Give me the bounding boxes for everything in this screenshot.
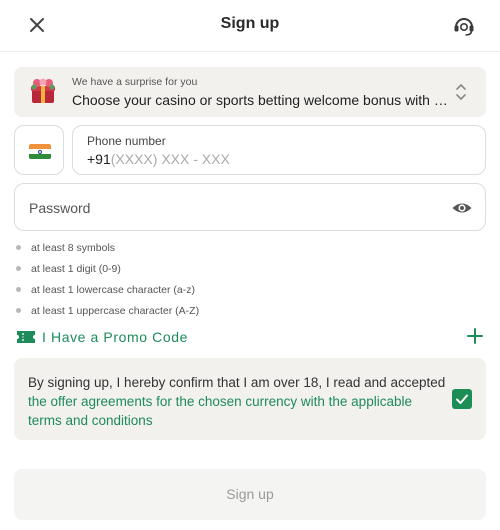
ticket-icon bbox=[16, 330, 36, 344]
agreement-panel: By signing up, I hereby confirm that I a… bbox=[14, 358, 486, 440]
bonus-selector[interactable]: We have a surprise for you Choose your c… bbox=[14, 67, 486, 117]
phone-input[interactable]: +91(XXXX) XXX - XXX bbox=[87, 151, 230, 167]
phone-country-code: +91 bbox=[87, 151, 111, 167]
eye-icon[interactable] bbox=[451, 197, 473, 219]
password-rule: at least 1 uppercase character (A-Z) bbox=[16, 305, 199, 317]
headset-icon[interactable] bbox=[451, 13, 477, 39]
gift-icon bbox=[28, 76, 58, 106]
agreement-text: By signing up, I hereby confirm that I a… bbox=[28, 375, 446, 428]
agreement-checkbox[interactable] bbox=[452, 389, 472, 409]
password-rule: at least 1 digit (0-9) bbox=[16, 263, 121, 275]
password-rule: at least 8 symbols bbox=[16, 242, 115, 254]
promo-code-label: I Have a Promo Code bbox=[42, 329, 189, 345]
phone-field[interactable]: Phone number +91(XXXX) XXX - XXX bbox=[72, 125, 486, 175]
password-field[interactable]: Password bbox=[14, 183, 486, 231]
india-flag-icon bbox=[29, 144, 51, 159]
phone-label: Phone number bbox=[87, 134, 166, 148]
signup-submit-button[interactable]: Sign up bbox=[14, 469, 486, 520]
bonus-selected-value: Choose your casino or sports betting wel… bbox=[72, 92, 450, 108]
chevron-up-down-icon bbox=[454, 82, 468, 102]
bonus-label: We have a surprise for you bbox=[72, 76, 198, 88]
checkmark-icon bbox=[456, 394, 468, 404]
country-selector[interactable] bbox=[14, 125, 64, 175]
bullet-icon bbox=[16, 308, 21, 313]
signup-modal: Sign up We have a surprise for you Choos… bbox=[0, 0, 500, 530]
plus-icon[interactable] bbox=[466, 327, 484, 345]
terms-link[interactable]: the offer agreements for the chosen curr… bbox=[28, 394, 412, 428]
page-title: Sign up bbox=[220, 15, 280, 32]
bullet-icon bbox=[16, 245, 21, 250]
bullet-icon bbox=[16, 287, 21, 292]
bullet-icon bbox=[16, 266, 21, 271]
phone-placeholder: (XXXX) XXX - XXX bbox=[110, 151, 230, 167]
password-placeholder: Password bbox=[29, 200, 91, 216]
password-rule: at least 1 lowercase character (a-z) bbox=[16, 284, 195, 296]
modal-header: Sign up bbox=[0, 0, 500, 52]
